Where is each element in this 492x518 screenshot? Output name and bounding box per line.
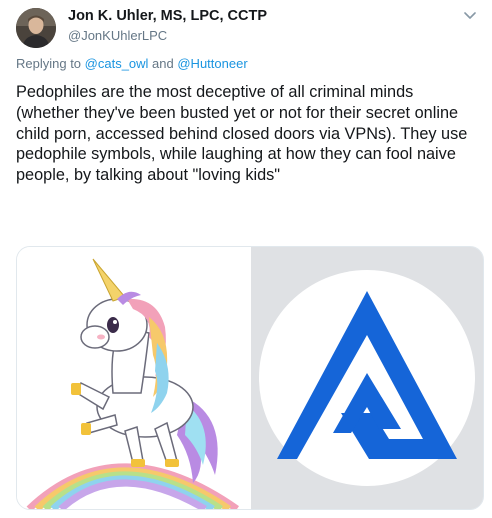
reply-conjunction: and (148, 56, 178, 71)
tweet-text: Pedophiles are the most deceptive of all… (16, 83, 468, 185)
author-handle[interactable]: @JonKUhlerLPC (68, 28, 167, 43)
symbol-image[interactable] (251, 247, 483, 509)
avatar[interactable] (16, 8, 56, 48)
tweet-media (16, 246, 484, 510)
chevron-down-icon (464, 12, 476, 19)
unicorn-image[interactable] (17, 247, 251, 509)
replying-to-line: Replying to @cats_owl and @Huttoneer (16, 56, 248, 71)
author-name[interactable]: Jon K. Uhler, MS, LPC, CCTP (68, 8, 267, 24)
reply-user-link-2[interactable]: @Huttoneer (177, 56, 247, 71)
replying-to-label: Replying to (16, 56, 85, 71)
reply-user-link-1[interactable]: @cats_owl (85, 56, 149, 71)
more-options-button[interactable] (462, 8, 478, 24)
tweet-card: Jon K. Uhler, MS, LPC, CCTP @JonKUhlerLP… (0, 0, 492, 518)
